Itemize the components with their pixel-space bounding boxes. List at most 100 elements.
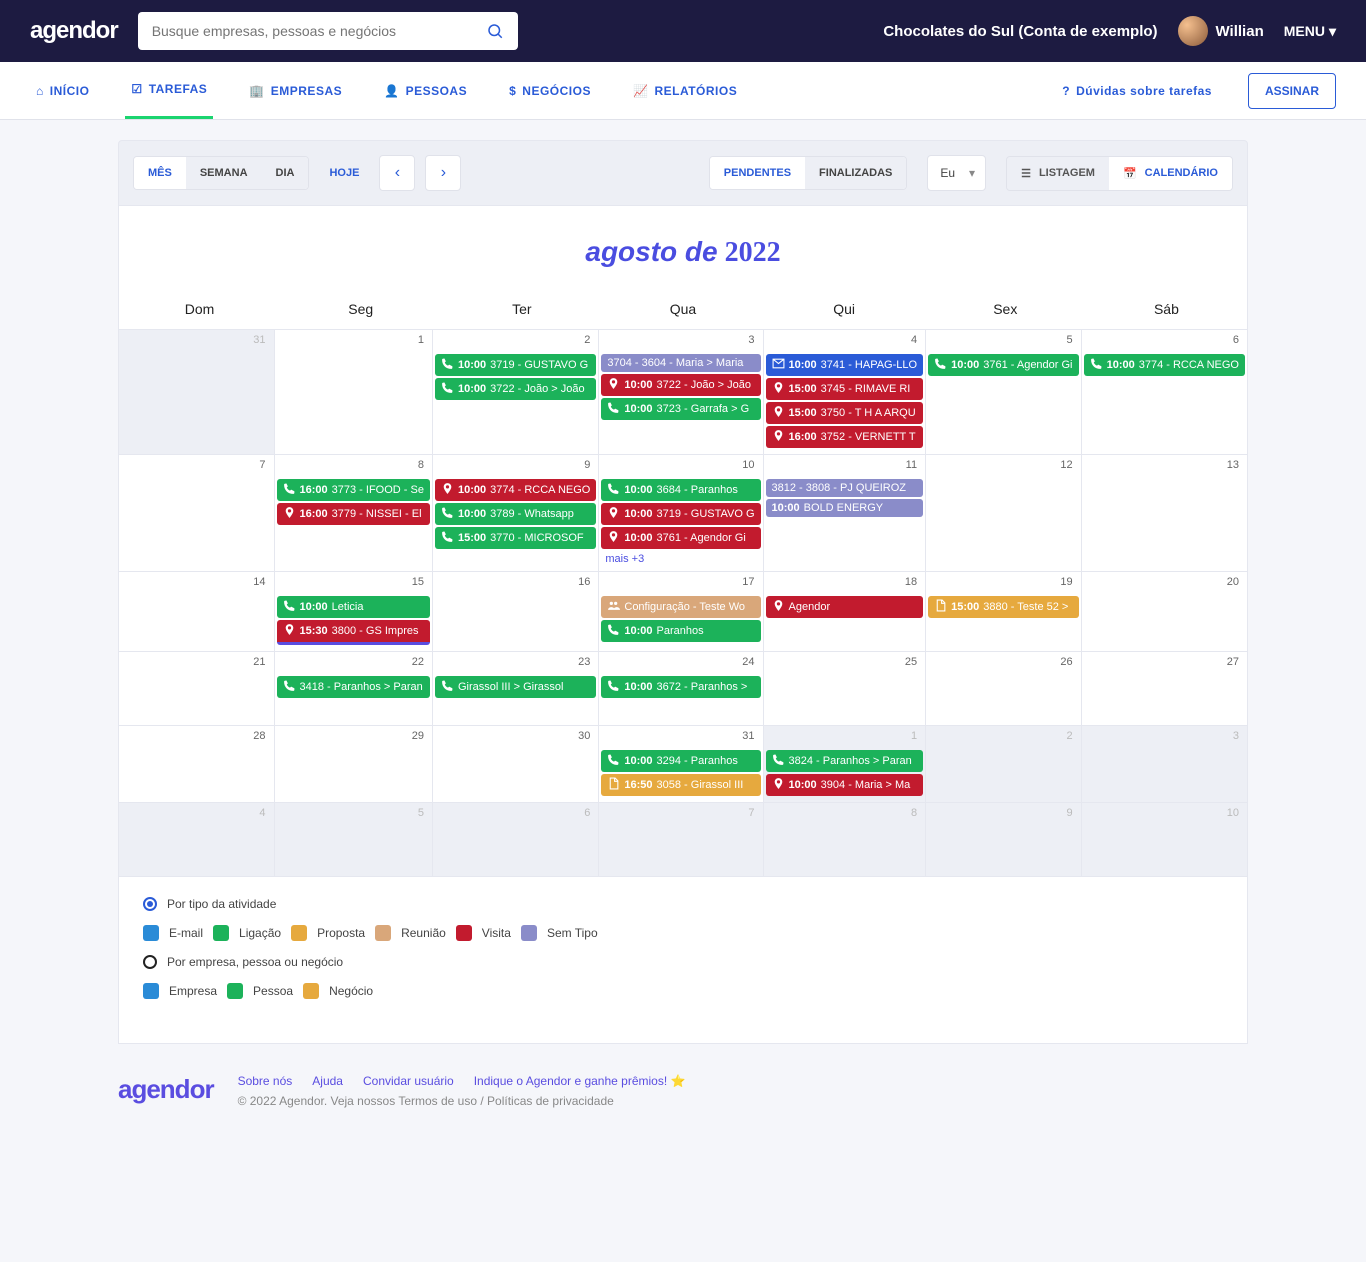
calendar-cell[interactable]: 12 <box>926 455 1082 572</box>
calendar-cell[interactable]: 29 <box>275 726 433 803</box>
calendar-event[interactable]: 16:503058 - Girassol III <box>601 774 760 796</box>
hoje-button[interactable]: HOJE <box>329 167 359 179</box>
calendar-event[interactable]: 10:003672 - Paranhos > <box>601 676 760 698</box>
search-box[interactable] <box>138 12 518 50</box>
calendar-cell[interactable]: 23Girassol III > Girassol <box>433 652 599 726</box>
calendar-cell[interactable]: 5 <box>275 803 433 877</box>
calendar-cell[interactable]: 1510:00Leticia15:303800 - GS Impres <box>275 572 433 652</box>
calendar-event[interactable]: 10:003761 - Agendor Gi <box>928 354 1079 376</box>
footer-indique[interactable]: Indique o Agendor e ganhe prêmios! ⭐ <box>474 1074 686 1088</box>
calendar-cell[interactable]: 20 <box>1082 572 1247 652</box>
calendar-cell[interactable]: 610:003774 - RCCA NEGO <box>1082 330 1247 455</box>
calendar-cell[interactable]: 1010:003684 - Paranhos10:003719 - GUSTAV… <box>599 455 763 572</box>
calendar-event[interactable]: 10:003722 - João > João <box>435 378 596 400</box>
calendar-event[interactable]: 16:003779 - NISSEI - El <box>277 503 430 525</box>
calendar-event[interactable]: 10:003904 - Maria > Ma <box>766 774 924 796</box>
status-finalizadas[interactable]: FINALIZADAS <box>805 157 906 189</box>
calendar-cell[interactable]: 7 <box>599 803 763 877</box>
nav-tarefas[interactable]: ☑TAREFAS <box>125 62 213 119</box>
calendar-event[interactable]: 3824 - Paranhos > Paran <box>766 750 924 772</box>
calendar-event[interactable]: 10:00Paranhos <box>601 620 760 642</box>
calendar-event[interactable]: Agendor <box>766 596 924 618</box>
radio-by-type[interactable] <box>143 897 157 911</box>
nav-negocios[interactable]: $NEGÓCIOS <box>503 64 597 118</box>
nav-relatorios[interactable]: 📈RELATÓRIOS <box>627 64 743 118</box>
calendar-event[interactable]: Girassol III > Girassol <box>435 676 596 698</box>
calendar-event[interactable]: 10:003774 - RCCA NEGO <box>435 479 596 501</box>
nav-pessoas[interactable]: 👤PESSOAS <box>378 64 473 118</box>
calendar-cell[interactable]: 17Configuração - Teste Wo10:00Paranhos <box>599 572 763 652</box>
calendar-cell[interactable]: 33704 - 3604 - Maria > Maria10:003722 - … <box>599 330 763 455</box>
user-block[interactable]: Willian <box>1178 16 1264 46</box>
calendar-cell[interactable]: 4 <box>119 803 275 877</box>
calendar-event[interactable]: 10:00BOLD ENERGY <box>766 499 924 517</box>
calendar-cell[interactable]: 910:003774 - RCCA NEGO10:003789 - Whatsa… <box>433 455 599 572</box>
calendar-event[interactable]: 3812 - 3808 - PJ QUEIROZ <box>766 479 924 497</box>
calendar-cell[interactable]: 210:003719 - GUSTAVO G10:003722 - João >… <box>433 330 599 455</box>
calendar-event[interactable]: 16:003752 - VERNETT T <box>766 426 924 448</box>
calendar-cell[interactable]: 3 <box>1082 726 1247 803</box>
calendar-event[interactable]: 10:003741 - HAPAG-LLO <box>766 354 924 376</box>
calendar-cell[interactable]: 18Agendor <box>764 572 927 652</box>
calendar-event[interactable]: 3418 - Paranhos > Paran <box>277 676 430 698</box>
prev-button[interactable]: ‹ <box>379 155 415 191</box>
calendar-cell[interactable]: 2410:003672 - Paranhos > <box>599 652 763 726</box>
calendar-cell[interactable]: 13 <box>1082 455 1247 572</box>
calendar-cell[interactable]: 21 <box>119 652 275 726</box>
radio-by-entity[interactable] <box>143 955 157 969</box>
calendar-cell[interactable]: 25 <box>764 652 927 726</box>
view-calendario[interactable]: 📅CALENDÁRIO <box>1109 157 1232 190</box>
range-semana[interactable]: SEMANA <box>186 157 262 189</box>
calendar-event[interactable]: 10:003761 - Agendor Gi <box>601 527 760 549</box>
calendar-event[interactable]: 16:003773 - IFOOD - Se <box>277 479 430 501</box>
calendar-cell[interactable]: 30 <box>433 726 599 803</box>
calendar-cell[interactable]: 9 <box>926 803 1082 877</box>
calendar-event[interactable]: 15:003750 - T H A ARQU <box>766 402 924 424</box>
calendar-cell[interactable]: 14 <box>119 572 275 652</box>
calendar-event[interactable]: 10:003774 - RCCA NEGO <box>1084 354 1245 376</box>
calendar-event[interactable]: 10:003723 - Garrafa > G <box>601 398 760 420</box>
calendar-event[interactable]: 10:003719 - GUSTAVO G <box>601 503 760 525</box>
calendar-cell[interactable]: 1 <box>275 330 433 455</box>
calendar-event[interactable]: 10:003294 - Paranhos <box>601 750 760 772</box>
assinar-button[interactable]: ASSINAR <box>1248 73 1336 109</box>
calendar-cell[interactable]: 6 <box>433 803 599 877</box>
footer-convidar[interactable]: Convidar usuário <box>363 1074 454 1088</box>
next-button[interactable]: › <box>425 155 461 191</box>
status-pendentes[interactable]: PENDENTES <box>710 157 805 189</box>
footer-termos[interactable]: Termos de uso <box>398 1094 477 1108</box>
calendar-cell[interactable]: 16 <box>433 572 599 652</box>
range-mes[interactable]: MÊS <box>134 157 186 189</box>
calendar-cell[interactable]: 223418 - Paranhos > Paran <box>275 652 433 726</box>
calendar-cell[interactable]: 13824 - Paranhos > Paran10:003904 - Mari… <box>764 726 927 803</box>
calendar-cell[interactable]: 510:003761 - Agendor Gi <box>926 330 1082 455</box>
calendar-event[interactable]: Configuração - Teste Wo <box>601 596 760 618</box>
calendar-cell[interactable]: 26 <box>926 652 1082 726</box>
calendar-cell[interactable]: 1915:003880 - Teste 52 > <box>926 572 1082 652</box>
calendar-cell[interactable]: 28 <box>119 726 275 803</box>
calendar-event[interactable]: 10:003789 - Whatsapp <box>435 503 596 525</box>
footer-priv[interactable]: Políticas de privacidade <box>487 1094 614 1108</box>
calendar-cell[interactable]: 113812 - 3808 - PJ QUEIROZ10:00BOLD ENER… <box>764 455 927 572</box>
calendar-cell[interactable]: 8 <box>764 803 927 877</box>
more-link[interactable]: mais +3 <box>599 551 762 567</box>
calendar-cell[interactable]: 31 <box>119 330 275 455</box>
nav-empresas[interactable]: 🏢EMPRESAS <box>243 64 348 118</box>
calendar-event[interactable]: 15:303800 - GS Impres <box>277 620 430 645</box>
range-dia[interactable]: DIA <box>262 157 309 189</box>
calendar-event[interactable]: 10:00Leticia <box>277 596 430 618</box>
calendar-cell[interactable]: 10 <box>1082 803 1247 877</box>
footer-sobre[interactable]: Sobre nós <box>238 1074 293 1088</box>
calendar-cell[interactable]: 7 <box>119 455 275 572</box>
calendar-event[interactable]: 3704 - 3604 - Maria > Maria <box>601 354 760 372</box>
calendar-event[interactable]: 15:003770 - MICROSOF <box>435 527 596 549</box>
footer-ajuda[interactable]: Ajuda <box>312 1074 343 1088</box>
calendar-event[interactable]: 15:003745 - RIMAVE RI <box>766 378 924 400</box>
calendar-cell[interactable]: 410:003741 - HAPAG-LLO15:003745 - RIMAVE… <box>764 330 927 455</box>
calendar-event[interactable]: 10:003684 - Paranhos <box>601 479 760 501</box>
owner-select[interactable]: Eu <box>927 155 986 191</box>
calendar-event[interactable]: 10:003722 - João > João <box>601 374 760 396</box>
nav-inicio[interactable]: ⌂INÍCIO <box>30 64 95 118</box>
menu-button[interactable]: MENU ▾ <box>1284 23 1336 40</box>
view-listagem[interactable]: ☰LISTAGEM <box>1007 157 1109 190</box>
